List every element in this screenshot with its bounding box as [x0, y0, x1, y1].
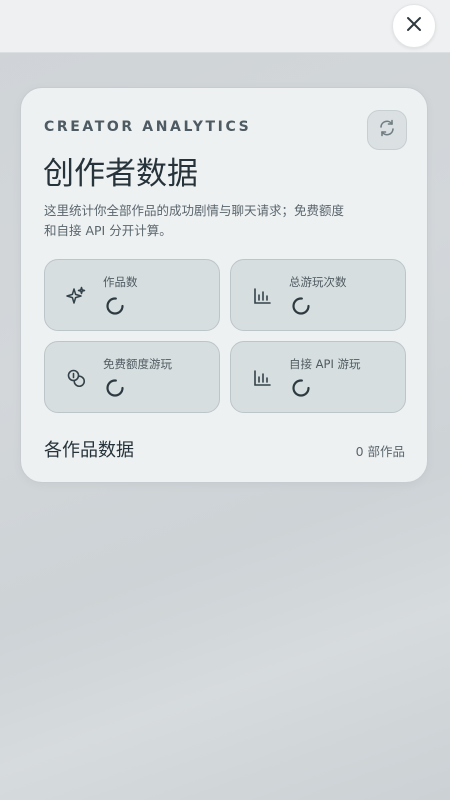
sparkles-icon [65, 285, 87, 307]
stat-label: 免费额度游玩 [103, 357, 172, 371]
refresh-icon [377, 118, 397, 142]
top-bar [0, 0, 450, 53]
stat-label: 自接 API 游玩 [289, 357, 361, 371]
coins-icon [65, 367, 87, 389]
stat-card-total-plays: 总游玩次数 [230, 259, 406, 331]
loading-spinner [291, 296, 311, 316]
stat-card-free-quota-plays: 免费额度游玩 [44, 341, 220, 413]
stat-card-works: 作品数 [44, 259, 220, 331]
refresh-button[interactable] [367, 110, 407, 150]
bar-chart-icon [251, 367, 273, 389]
loading-spinner [105, 296, 125, 316]
loading-spinner [105, 378, 125, 398]
stat-label: 作品数 [103, 275, 138, 289]
close-icon [405, 15, 423, 37]
stat-card-own-api-plays: 自接 API 游玩 [230, 341, 406, 413]
page-title: 创作者数据 [43, 156, 198, 192]
section-eyebrow: CREATOR ANALYTICS [44, 119, 252, 135]
works-section-title: 各作品数据 [44, 440, 134, 461]
analytics-description: 这里统计你全部作品的成功剧情与聊天请求；免费额度和自接 API 分开计算。 [44, 203, 345, 238]
works-count: 0 部作品 [355, 444, 405, 459]
bar-chart-icon [251, 285, 273, 307]
loading-spinner [291, 378, 311, 398]
stat-label: 总游玩次数 [289, 275, 347, 289]
creator-analytics-card: CREATOR ANALYTICS 创作者数据 这里统计你全部作品的成功剧情与聊… [20, 87, 428, 483]
close-button[interactable] [392, 4, 436, 48]
